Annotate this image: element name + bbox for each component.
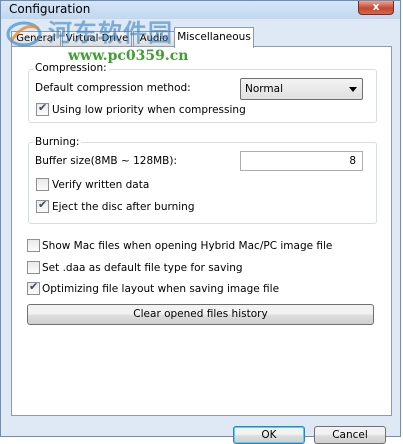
clear-history-label: Clear opened files history [133, 308, 268, 320]
buffer-size-input[interactable]: 8 [240, 151, 363, 171]
verify-written-checkbox[interactable] [36, 178, 49, 191]
burning-group-label: Burning: [33, 136, 82, 148]
daa-default-checkbox[interactable] [27, 261, 40, 274]
dropdown-arrow-icon [349, 87, 357, 92]
ok-label: OK [261, 429, 277, 441]
show-mac-files-checkbox[interactable] [27, 239, 40, 252]
optimize-layout-label: Optimizing file layout when saving image… [42, 283, 280, 295]
close-button[interactable]: x [358, 0, 394, 15]
verify-written-label: Verify written data [52, 179, 150, 191]
watermark-text: 河东软件园 [48, 19, 173, 47]
close-icon: x [372, 0, 380, 13]
eject-disc-label: Eject the disc after burning [52, 201, 195, 213]
eject-disc-checkbox[interactable] [36, 198, 49, 213]
clear-history-button[interactable]: Clear opened files history [27, 304, 374, 325]
tab-miscellaneous-label: Miscellaneous [177, 31, 251, 43]
buffer-size-label: Buffer size(8MB ~ 128MB): [35, 155, 178, 167]
compression-method-select[interactable]: Normal [240, 78, 363, 100]
compression-method-value: Normal [245, 83, 283, 95]
cancel-button[interactable]: Cancel [314, 426, 386, 444]
compression-method-label: Default compression method: [35, 82, 191, 94]
show-mac-files-label: Show Mac files when opening Hybrid Mac/P… [42, 240, 333, 252]
configuration-window: Configuration x General Virtual Drive Au… [0, 0, 401, 444]
low-priority-checkbox[interactable] [36, 101, 49, 116]
buffer-size-value: 8 [349, 155, 356, 167]
ok-button[interactable]: OK [233, 426, 305, 444]
daa-default-label: Set .daa as default file type for saving [42, 262, 243, 274]
watermark-logo-icon [6, 21, 42, 47]
low-priority-label: Using low priority when compressing [52, 104, 246, 116]
tab-miscellaneous[interactable]: Miscellaneous [174, 27, 254, 48]
optimize-layout-checkbox[interactable] [27, 280, 40, 295]
cancel-label: Cancel [332, 429, 368, 441]
watermark-url: www.pc0359.cn [68, 48, 189, 64]
miscellaneous-page: Compression: Default compression method:… [11, 46, 392, 416]
